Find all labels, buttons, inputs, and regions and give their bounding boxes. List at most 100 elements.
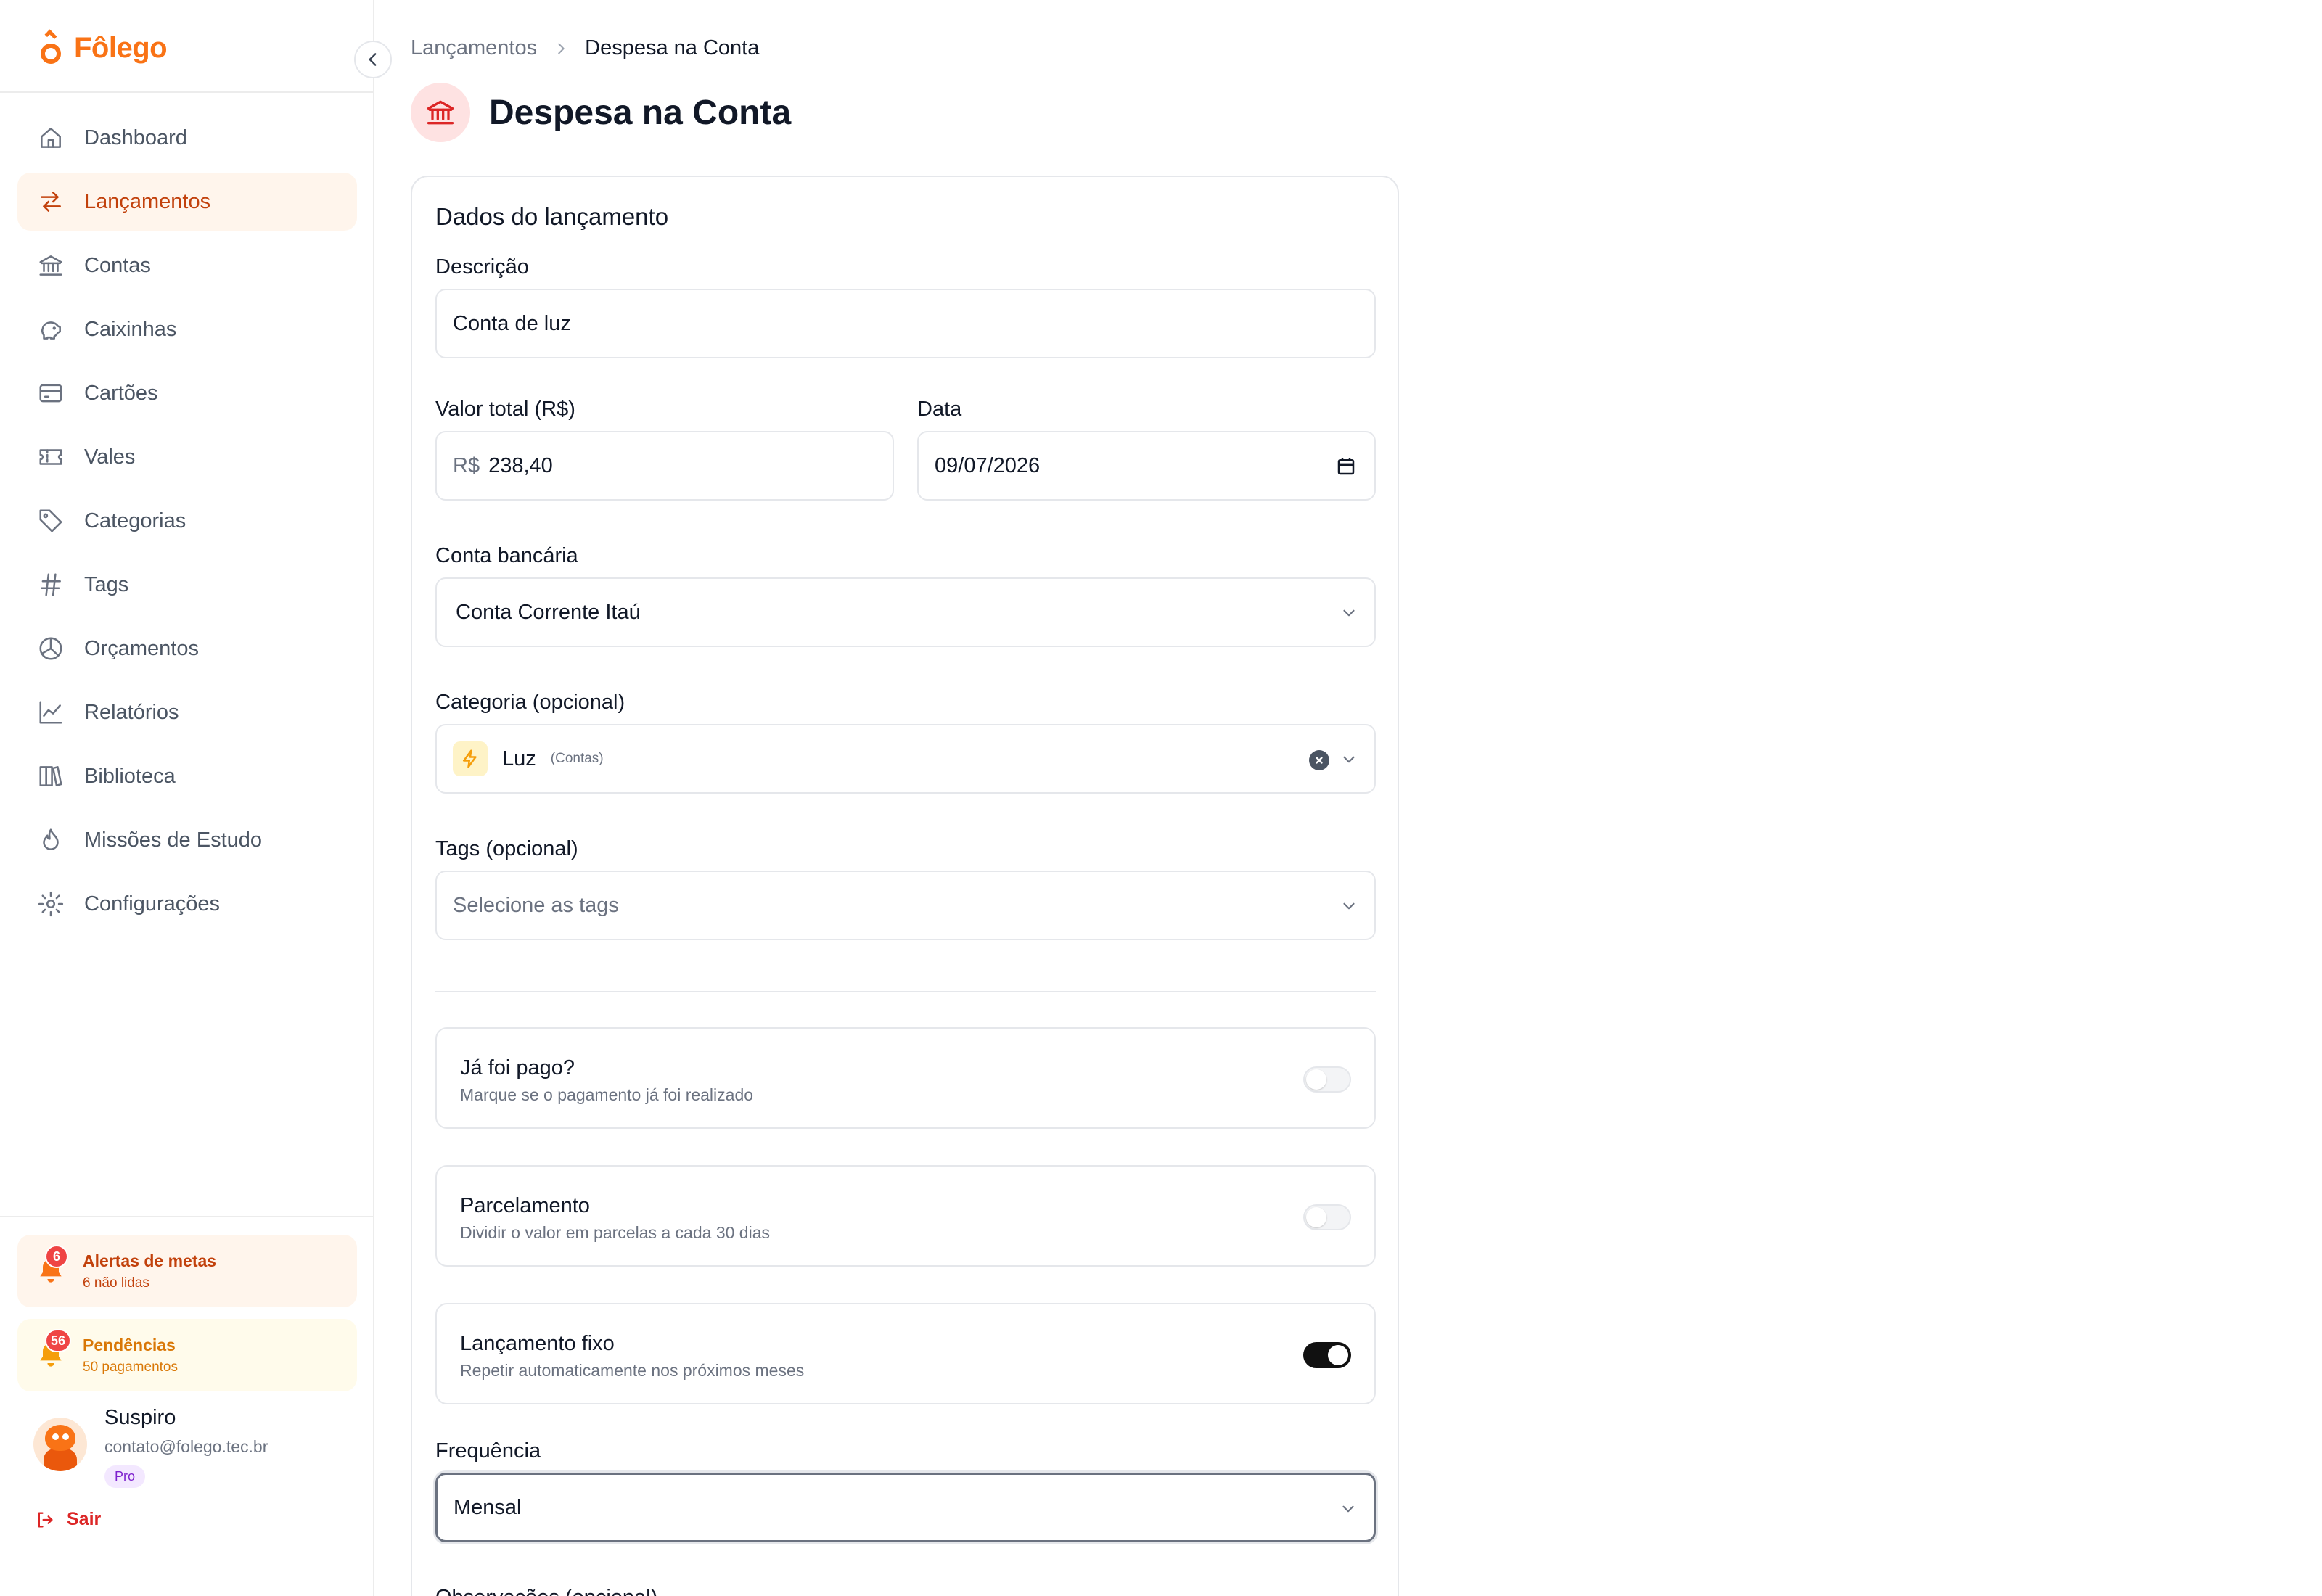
installments-switch[interactable] — [1303, 1204, 1351, 1230]
credit-card-icon — [36, 379, 65, 408]
sidebar-item-label: Lançamentos — [84, 189, 211, 213]
tags-placeholder: Selecione as tags — [453, 893, 619, 917]
logout-button[interactable]: Sair — [35, 1509, 101, 1530]
form-divider — [435, 991, 1376, 992]
sidebar-item-label: Cartões — [84, 381, 158, 405]
sidebar-item-vales[interactable]: Vales — [17, 428, 357, 486]
description-input[interactable]: Conta de luz — [435, 289, 1376, 358]
recurring-switch[interactable] — [1303, 1342, 1351, 1368]
paid-switch[interactable] — [1303, 1066, 1351, 1093]
tag-icon — [36, 506, 65, 535]
sidebar-item-orcamentos[interactable]: Orçamentos — [17, 620, 357, 678]
ticket-icon — [36, 443, 65, 472]
date-label: Data — [917, 398, 962, 421]
books-icon — [36, 762, 65, 791]
sidebar-item-lancamentos[interactable]: Lançamentos — [17, 173, 357, 231]
sidebar-item-label: Relatórios — [84, 700, 179, 724]
sidebar-item-tags[interactable]: Tags — [17, 556, 357, 614]
user-profile[interactable]: Suspiro contato@folego.tec.br Pro — [33, 1403, 268, 1488]
breadcrumb-parent-link[interactable]: Lançamentos — [411, 36, 537, 60]
user-name: Suspiro — [104, 1406, 176, 1429]
user-email: contato@folego.tec.br — [104, 1437, 268, 1456]
bank-icon — [36, 251, 65, 280]
category-select[interactable]: Luz (Contas) — [435, 724, 1376, 794]
sidebar-item-label: Configurações — [84, 892, 220, 916]
page-header: Despesa na Conta — [411, 83, 791, 142]
frequency-value: Mensal — [454, 1495, 522, 1519]
bell-icon: 6 — [35, 1245, 68, 1287]
hash-icon — [36, 570, 65, 599]
entry-form-card: Dados do lançamento Descrição Conta de l… — [411, 176, 1399, 1596]
recurring-title: Lançamento fixo — [460, 1332, 615, 1355]
frequency-label: Frequência — [435, 1439, 541, 1463]
currency-prefix: R$ — [453, 453, 480, 477]
sidebar-item-label: Caixinhas — [84, 317, 177, 341]
sidebar-item-label: Vales — [84, 445, 136, 469]
description-label: Descrição — [435, 255, 529, 279]
logo-icon — [41, 29, 61, 64]
pending-payments-card[interactable]: 56 Pendências 50 pagamentos — [17, 1319, 357, 1391]
sidebar-nav: Dashboard Lançamentos Contas Caixinhas Cartõ… — [17, 109, 357, 939]
chevron-down-icon — [1343, 609, 1355, 617]
category-group: (Contas) — [550, 751, 604, 766]
plan-badge: Pro — [104, 1465, 146, 1488]
sidebar-item-label: Categorias — [84, 509, 186, 532]
pending-subtitle: 50 pagamentos — [83, 1359, 178, 1375]
goal-alerts-card[interactable]: 6 Alertas de metas 6 não lidas — [17, 1235, 357, 1307]
paid-subtitle: Marque se o pagamento já foi realizado — [460, 1085, 754, 1104]
section-title: Dados do lançamento — [435, 203, 669, 230]
description-value: Conta de luz — [453, 311, 571, 335]
recurring-toggle-card: Lançamento fixo Repetir automaticamente … — [435, 1303, 1376, 1404]
arrows-swap-icon — [36, 187, 65, 216]
sidebar-item-dashboard[interactable]: Dashboard — [17, 109, 357, 167]
date-value: 09/07/2026 — [935, 453, 1041, 477]
avatar — [33, 1418, 87, 1471]
bank-icon — [411, 83, 470, 142]
installments-title: Parcelamento — [460, 1194, 590, 1217]
home-icon — [36, 123, 65, 152]
piggy-bank-icon — [36, 315, 65, 344]
gear-icon — [36, 889, 65, 918]
category-label: Categoria (opcional) — [435, 691, 625, 714]
amount-input[interactable]: R$ 238,40 — [435, 431, 894, 501]
sidebar-item-categorias[interactable]: Categorias — [17, 492, 357, 550]
pie-chart-icon — [36, 634, 65, 663]
bank-account-label: Conta bancária — [435, 544, 578, 567]
lightning-icon — [453, 741, 488, 776]
sidebar-item-missoes-de-estudo[interactable]: Missões de Estudo — [17, 811, 357, 869]
paid-title: Já foi pago? — [460, 1056, 575, 1079]
sidebar-item-biblioteca[interactable]: Biblioteca — [17, 747, 357, 805]
bank-account-select[interactable]: Conta Corrente Itaú — [435, 577, 1376, 647]
sidebar-item-configuracoes[interactable]: Configurações — [17, 875, 357, 933]
sidebar-item-relatorios[interactable]: Relatórios — [17, 683, 357, 741]
sidebar-item-label: Biblioteca — [84, 764, 176, 788]
tags-select[interactable]: Selecione as tags — [435, 871, 1376, 940]
breadcrumb-current: Despesa na Conta — [585, 36, 760, 59]
logout-icon — [38, 1512, 53, 1527]
clear-icon[interactable] — [1309, 750, 1329, 770]
date-input[interactable]: 09/07/2026 — [917, 431, 1376, 501]
sidebar-item-cartoes[interactable]: Cartões — [17, 364, 357, 422]
pending-count-badge: 56 — [45, 1329, 72, 1352]
sidebar-divider — [0, 1216, 373, 1217]
bank-account-value: Conta Corrente Itaú — [456, 600, 641, 624]
frequency-select[interactable]: Mensal — [435, 1473, 1376, 1542]
chevron-down-icon — [1343, 902, 1355, 910]
recurring-subtitle: Repetir automaticamente nos próximos mes… — [460, 1361, 805, 1380]
alert-title: Alertas de metas — [83, 1251, 217, 1270]
notes-label: Observações (opcional) — [435, 1586, 657, 1596]
sidebar-item-contas[interactable]: Contas — [17, 236, 357, 295]
amount-label: Valor total (R$) — [435, 398, 575, 421]
breadcrumb: Lançamentos Despesa na Conta — [411, 36, 759, 60]
chevron-down-icon — [1343, 756, 1355, 763]
sidebar-item-label: Orçamentos — [84, 636, 199, 660]
collapse-sidebar-button[interactable] — [354, 41, 392, 78]
sidebar-item-caixinhas[interactable]: Caixinhas — [17, 300, 357, 358]
calendar-icon[interactable] — [1335, 456, 1357, 477]
sidebar-item-label: Dashboard — [84, 126, 187, 149]
sidebar-item-label: Missões de Estudo — [84, 828, 263, 852]
installments-subtitle: Dividir o valor em parcelas a cada 30 di… — [460, 1223, 770, 1242]
app-logo[interactable]: Fôlego — [41, 29, 168, 67]
category-value: Luz — [502, 746, 536, 770]
alert-subtitle: 6 não lidas — [83, 1275, 149, 1291]
